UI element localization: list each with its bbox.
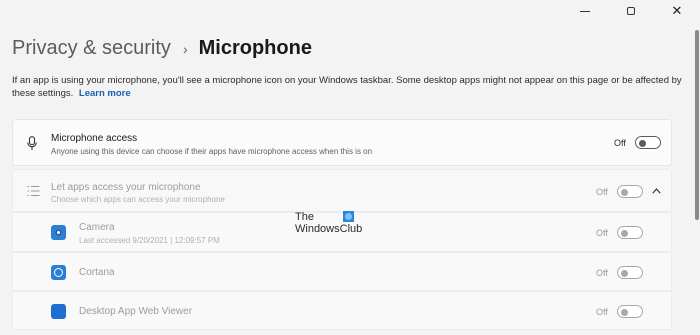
window-caption-buttons: ✕ [562, 0, 700, 22]
camera-icon [51, 225, 66, 240]
breadcrumb-separator-icon: › [182, 40, 188, 57]
scrollbar[interactable] [695, 30, 699, 220]
windowsclub-logo-icon [343, 211, 354, 222]
cortana-icon [51, 265, 66, 280]
microphone-access-state: Off [614, 138, 626, 148]
microphone-icon [27, 136, 37, 150]
apps-access-header[interactable]: Let apps access your microphone Choose w… [12, 169, 672, 212]
page-title: Microphone [198, 37, 312, 59]
close-icon: ✕ [671, 3, 683, 18]
minimize-button[interactable] [562, 0, 608, 22]
app-state: Off [596, 228, 608, 238]
app-name: Desktop App Web Viewer [79, 306, 193, 317]
webview-icon [51, 304, 66, 319]
microphone-access-title: Microphone access [51, 133, 138, 144]
list-icon [27, 186, 40, 196]
apps-access-subtitle: Choose which apps can access your microp… [51, 195, 225, 204]
watermark-line2: WindowsClub [295, 223, 363, 235]
apps-access-toggle[interactable] [617, 185, 643, 198]
microphone-access-card[interactable]: Microphone access Anyone using this devi… [12, 119, 672, 166]
app-state: Off [596, 268, 608, 278]
app-last-accessed: Last accessed 9/20/2021 | 12:09:57 PM [79, 236, 220, 245]
maximize-button[interactable] [608, 0, 654, 22]
page-description: If an app is using your microphone, you'… [12, 74, 694, 100]
breadcrumb-parent[interactable]: Privacy & security [12, 37, 171, 60]
app-row-desktop-app-web-viewer: Desktop App Web Viewer Off [12, 291, 672, 330]
app-toggle-camera[interactable] [617, 226, 643, 239]
minimize-icon [580, 10, 590, 12]
maximize-icon [627, 7, 635, 15]
watermark: The WindowsClub [295, 211, 362, 235]
app-row-cortana: Cortana Off [12, 252, 672, 291]
chevron-up-icon[interactable] [652, 188, 661, 194]
close-button[interactable]: ✕ [654, 0, 700, 22]
app-state: Off [596, 307, 608, 317]
apps-access-state: Off [596, 187, 608, 197]
breadcrumb: Privacy & security › Microphone [12, 37, 312, 60]
microphone-access-toggle[interactable] [635, 136, 661, 149]
apps-access-title: Let apps access your microphone [51, 182, 201, 193]
app-toggle-cortana[interactable] [617, 266, 643, 279]
app-toggle-desktop-app-web-viewer[interactable] [617, 305, 643, 318]
learn-more-link[interactable]: Learn more [79, 88, 131, 99]
app-name: Camera [79, 222, 115, 233]
app-name: Cortana [79, 267, 115, 278]
apps-access-group: Let apps access your microphone Choose w… [12, 169, 672, 335]
microphone-access-subtitle: Anyone using this device can choose if t… [51, 147, 373, 156]
